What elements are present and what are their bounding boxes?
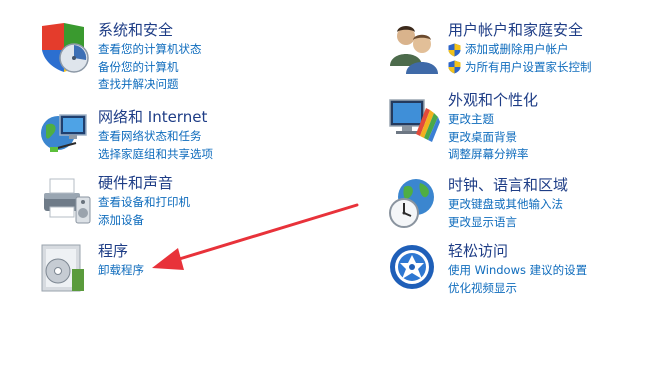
- parental-controls-link[interactable]: 为所有用户设置家长控制: [448, 59, 592, 77]
- security-shield-icon[interactable]: [36, 20, 92, 76]
- backup-computer-link[interactable]: 备份您的计算机: [98, 59, 202, 77]
- category-network-internet: 网络和 Internet 查看网络状态和任务 选择家庭组和共享选项: [36, 107, 213, 163]
- category-clock-language: 时钟、语言和区域 更改键盘或其他输入法 更改显示语言: [386, 175, 568, 231]
- link-label: 为所有用户设置家长控制: [465, 59, 592, 74]
- link-label: 添加或删除用户帐户: [465, 42, 569, 56]
- category-ease-of-access: 轻松访问 使用 Windows 建议的设置 优化视频显示: [386, 241, 587, 297]
- appearance-monitor-icon[interactable]: [386, 90, 442, 146]
- ease-of-access-icon[interactable]: [386, 241, 442, 297]
- category-user-accounts: 用户帐户和家庭安全 添加或删除用户帐户 为所有用户设置家长控制: [386, 20, 592, 76]
- uac-shield-icon: [448, 60, 461, 74]
- category-title[interactable]: 用户帐户和家庭安全: [448, 20, 592, 40]
- uac-shield-icon: [448, 43, 461, 57]
- category-title[interactable]: 网络和 Internet: [98, 107, 213, 127]
- arrow-head: [152, 248, 184, 270]
- category-title[interactable]: 时钟、语言和区域: [448, 175, 568, 195]
- users-icon[interactable]: [386, 20, 442, 76]
- clock-globe-icon[interactable]: [386, 175, 442, 231]
- category-system-security: 系统和安全 查看您的计算机状态 备份您的计算机 查找并解决问题: [36, 20, 202, 94]
- category-title[interactable]: 硬件和声音: [98, 173, 190, 193]
- change-display-language-link[interactable]: 更改显示语言: [448, 214, 568, 232]
- troubleshoot-link[interactable]: 查找并解决问题: [98, 76, 202, 94]
- use-recommended-settings-link[interactable]: 使用 Windows 建议的设置: [448, 262, 587, 280]
- view-computer-status-link[interactable]: 查看您的计算机状态: [98, 41, 202, 59]
- category-title[interactable]: 系统和安全: [98, 20, 202, 40]
- printer-icon[interactable]: [36, 173, 92, 229]
- view-network-status-link[interactable]: 查看网络状态和任务: [98, 128, 213, 146]
- arrow-shaft: [174, 203, 359, 262]
- homegroup-sharing-link[interactable]: 选择家庭组和共享选项: [98, 146, 213, 164]
- network-globe-icon[interactable]: [36, 107, 92, 163]
- category-title[interactable]: 轻松访问: [448, 241, 587, 261]
- change-theme-link[interactable]: 更改主题: [448, 111, 538, 129]
- uninstall-program-link[interactable]: 卸载程序: [98, 262, 144, 280]
- category-title[interactable]: 外观和个性化: [448, 90, 538, 110]
- adjust-resolution-link[interactable]: 调整屏幕分辨率: [448, 146, 538, 164]
- category-appearance: 外观和个性化 更改主题 更改桌面背景 调整屏幕分辨率: [386, 90, 538, 164]
- view-devices-printers-link[interactable]: 查看设备和打印机: [98, 194, 190, 212]
- add-remove-accounts-link[interactable]: 添加或删除用户帐户: [448, 41, 592, 59]
- category-programs: 程序 卸载程序: [36, 241, 144, 297]
- category-title[interactable]: 程序: [98, 241, 144, 261]
- optimize-video-display-link[interactable]: 优化视频显示: [448, 280, 587, 298]
- add-device-link[interactable]: 添加设备: [98, 212, 190, 230]
- category-hardware-sound: 硬件和声音 查看设备和打印机 添加设备: [36, 173, 190, 229]
- change-keyboard-input-link[interactable]: 更改键盘或其他输入法: [448, 196, 568, 214]
- programs-box-icon[interactable]: [36, 241, 92, 297]
- change-desktop-background-link[interactable]: 更改桌面背景: [448, 129, 538, 147]
